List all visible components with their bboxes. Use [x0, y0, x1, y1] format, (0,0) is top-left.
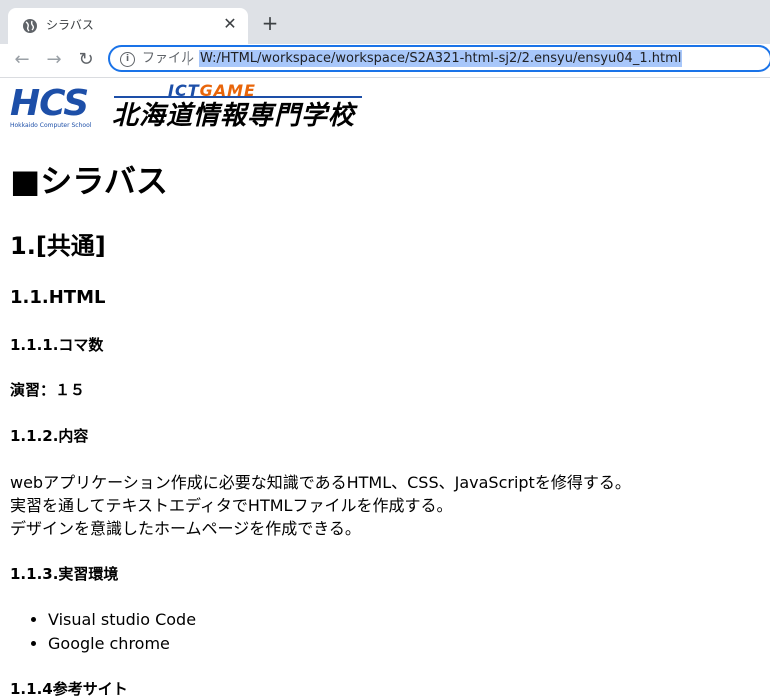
logo-divider	[114, 96, 362, 98]
hcs-logo-subtitle: Hokkaido Computer School	[10, 122, 92, 129]
content-line: webアプリケーション作成に必要な知識であるHTML、CSS、JavaScrip…	[10, 473, 631, 492]
content-heading: 1.1.2.内容	[10, 427, 89, 445]
school-name: 北海道情報専門学校	[112, 101, 356, 131]
close-tab-icon[interactable]: ✕	[220, 14, 240, 34]
globe-icon	[23, 19, 37, 33]
reload-icon[interactable]: ↻	[74, 48, 98, 72]
browser-toolbar: ← → ↻ i ファイル | W:/HTML/workspace/workspa…	[0, 44, 770, 78]
list-item: Visual studio Code	[48, 608, 196, 632]
page-content: HCS Hokkaido Computer School ICTGAME 北海道…	[0, 78, 770, 697]
hcs-logo: HCS	[10, 83, 89, 124]
subsection-heading-html: 1.1.HTML	[10, 287, 106, 308]
list-item: Google chrome	[48, 632, 196, 656]
new-tab-button[interactable]: +	[258, 12, 282, 36]
reference-sites-heading: 1.1.4参考サイト	[10, 680, 128, 697]
omnibox-separator: |	[186, 50, 191, 66]
section-heading-common: 1.[共通]	[10, 232, 106, 260]
content-line: デザインを意識したホームページを作成できる。	[10, 519, 361, 538]
tab-title: シラバス	[46, 18, 94, 32]
forward-arrow-icon[interactable]: →	[42, 48, 66, 72]
page-title: ■シラバス	[10, 162, 168, 200]
environment-heading: 1.1.3.実習環境	[10, 565, 119, 583]
koma-heading: 1.1.1.コマ数	[10, 336, 104, 354]
environment-list: Visual studio Code Google chrome	[10, 608, 196, 656]
content-paragraph: webアプリケーション作成に必要な知識であるHTML、CSS、JavaScrip…	[10, 471, 631, 540]
browser-tab[interactable]: シラバス ✕	[8, 8, 248, 44]
koma-value: 演習：１５	[10, 381, 86, 399]
info-icon[interactable]: i	[120, 52, 135, 67]
url-text[interactable]: W:/HTML/workspace/workspace/S2A321-html-…	[199, 50, 683, 67]
content-line: 実習を通してテキストエディタでHTMLファイルを作成する。	[10, 496, 453, 515]
address-bar[interactable]: i ファイル | W:/HTML/workspace/workspace/S2A…	[108, 45, 770, 72]
logo-banner: HCS Hokkaido Computer School ICTGAME 北海道…	[10, 82, 370, 134]
back-arrow-icon[interactable]: ←	[10, 48, 34, 72]
browser-tab-strip: シラバス ✕ +	[0, 0, 770, 44]
